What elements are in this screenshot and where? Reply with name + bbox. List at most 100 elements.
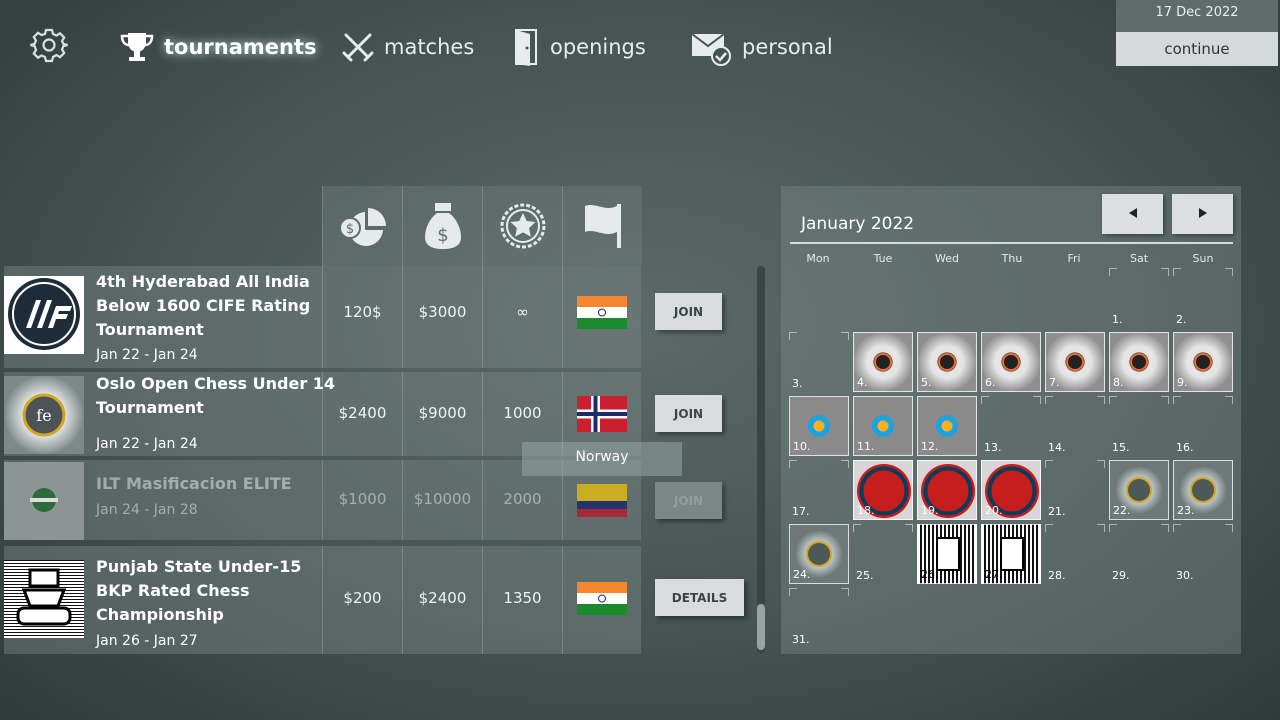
entry-fee: $200 [322, 546, 402, 654]
nav-openings-label: openings [550, 35, 646, 59]
entry-fee: $1000 [322, 460, 402, 540]
prize: $10000 [402, 460, 482, 540]
calendar-divider [790, 242, 1233, 244]
calendar-day[interactable]: 25. [853, 524, 913, 584]
join-button[interactable]: JOIN [655, 293, 722, 330]
country-tooltip: Norway [522, 442, 682, 476]
tournament-title: 4th Hyderabad All India Below 1600 CIFE R… [96, 272, 311, 339]
nav-matches[interactable]: matches [342, 24, 474, 70]
scrollbar-thumb[interactable] [757, 604, 765, 650]
calendar-day[interactable]: 17. [789, 460, 849, 520]
nav-personal[interactable]: personal [690, 24, 833, 70]
calendar-day-event[interactable]: 12. [917, 396, 977, 456]
scrollbar-track[interactable] [757, 266, 765, 654]
norway-flag [577, 396, 627, 432]
prize: $3000 [402, 266, 482, 368]
weekday-label: Thu [1001, 252, 1023, 265]
calendar-day[interactable]: 31. [789, 588, 849, 648]
join-button-disabled[interactable]: JOIN [655, 482, 722, 519]
tournament-dates: Jan 26 - Jan 27 [96, 633, 198, 649]
calendar-day-event[interactable]: 23. [1173, 460, 1233, 520]
rating-limit: ∞ [482, 266, 562, 368]
continue-button[interactable]: continue [1116, 32, 1278, 66]
calendar-day-event[interactable]: 20. [981, 460, 1041, 520]
tournament-dates: Jan 24 - Jan 28 [96, 502, 198, 518]
nav-personal-label: personal [742, 35, 833, 59]
calendar-day-event[interactable]: 5. [917, 332, 977, 392]
svg-text:fe: fe [36, 406, 51, 425]
trophy-icon [120, 33, 154, 61]
tournament-logo [4, 276, 84, 354]
calendar-day-event[interactable]: 9. [1173, 332, 1233, 392]
india-flag [577, 582, 627, 615]
calendar-day-event[interactable]: 6. [981, 332, 1041, 392]
calendar-day-event[interactable]: 4. [853, 332, 913, 392]
mail-check-icon [691, 33, 731, 66]
calendar-day-event[interactable]: 26. [917, 524, 977, 584]
calendar-day[interactable]: 1. [1109, 268, 1169, 328]
calendar-day[interactable]: 14. [1045, 396, 1105, 456]
tournament-title: Punjab State Under-15 BKP Rated Chess Cham… [96, 557, 302, 624]
join-button[interactable]: JOIN [655, 395, 722, 432]
tournament-row-punjab[interactable]: Punjab State Under-15 BKP Rated Chess Cham… [4, 546, 641, 654]
svg-text:$: $ [345, 222, 353, 237]
settings-gear-icon[interactable] [30, 26, 68, 64]
pie-coin-icon: $ [338, 208, 386, 246]
calendar-day-event[interactable]: 18. [853, 460, 913, 520]
calendar-day-event[interactable]: 19. [917, 460, 977, 520]
calendar-day[interactable]: 28. [1045, 524, 1105, 584]
weekday-label: Wed [935, 252, 959, 265]
calendar-next-button[interactable] [1172, 194, 1233, 234]
weekday-label: Mon [806, 252, 830, 265]
header-country [562, 186, 642, 266]
nav-openings[interactable]: openings [514, 24, 646, 70]
arrow-right-icon [1198, 208, 1207, 218]
crossed-swords-icon [342, 33, 374, 62]
tournament-logo: fe [4, 376, 84, 454]
details-button[interactable]: DETAILS [655, 579, 744, 616]
colombia-flag [577, 484, 627, 517]
arrow-left-icon [1128, 208, 1137, 218]
calendar-day[interactable]: 21. [1045, 460, 1105, 520]
calendar-day[interactable]: 15. [1109, 396, 1169, 456]
calendar-day[interactable]: 29. [1109, 524, 1169, 584]
weekday-label: Tue [873, 252, 893, 265]
header-rating [482, 186, 562, 266]
header-prize: $ [402, 186, 482, 266]
tournament-title: ILT Masificacion ELITE [96, 474, 292, 493]
calendar-day-event[interactable]: 10. [789, 396, 849, 456]
money-bag-icon: $ [424, 203, 461, 249]
header-entry-fee: $ [322, 186, 402, 266]
tournament-dates: Jan 22 - Jan 24 [96, 436, 198, 452]
calendar-day[interactable]: 3. [789, 332, 849, 392]
calendar-day[interactable]: 16. [1173, 396, 1233, 456]
weekday-label: Sat [1129, 252, 1149, 265]
calendar-day[interactable]: 30. [1173, 524, 1233, 584]
current-date: 17 Dec 2022 [1116, 0, 1278, 32]
calendar-day[interactable]: 2. [1173, 268, 1233, 328]
entry-fee: $2400 [322, 372, 402, 456]
calendar-day-event[interactable]: 7. [1045, 332, 1105, 392]
tournament-row-hyderabad[interactable]: 4th Hyderabad All India Below 1600 CIFE R… [4, 266, 641, 368]
calendar-prev-button[interactable] [1102, 194, 1163, 234]
calendar-day-event[interactable]: 8. [1109, 332, 1169, 392]
tournament-logo [4, 462, 84, 540]
calendar-day[interactable]: 13. [981, 396, 1041, 456]
weekday-label: Sun [1192, 252, 1214, 265]
calendar-day-event[interactable]: 11. [853, 396, 913, 456]
nav-tournaments[interactable]: tournaments [120, 24, 317, 70]
calendar-day-event[interactable]: 24. [789, 524, 849, 584]
prize: $2400 [402, 546, 482, 654]
prize: $9000 [402, 372, 482, 456]
door-icon [515, 29, 537, 66]
calendar-day-event[interactable]: 27. [981, 524, 1041, 584]
india-flag [577, 296, 627, 329]
nav-matches-label: matches [384, 35, 475, 59]
nav-tournaments-label: tournaments [164, 35, 317, 59]
svg-text:$: $ [437, 225, 448, 246]
flag-icon [584, 204, 621, 248]
entry-fee: 120$ [322, 266, 402, 368]
calendar-day-event[interactable]: 22. [1109, 460, 1169, 520]
weekday-label: Fri [1067, 252, 1081, 265]
tournament-dates: Jan 22 - Jan 24 [96, 347, 198, 363]
